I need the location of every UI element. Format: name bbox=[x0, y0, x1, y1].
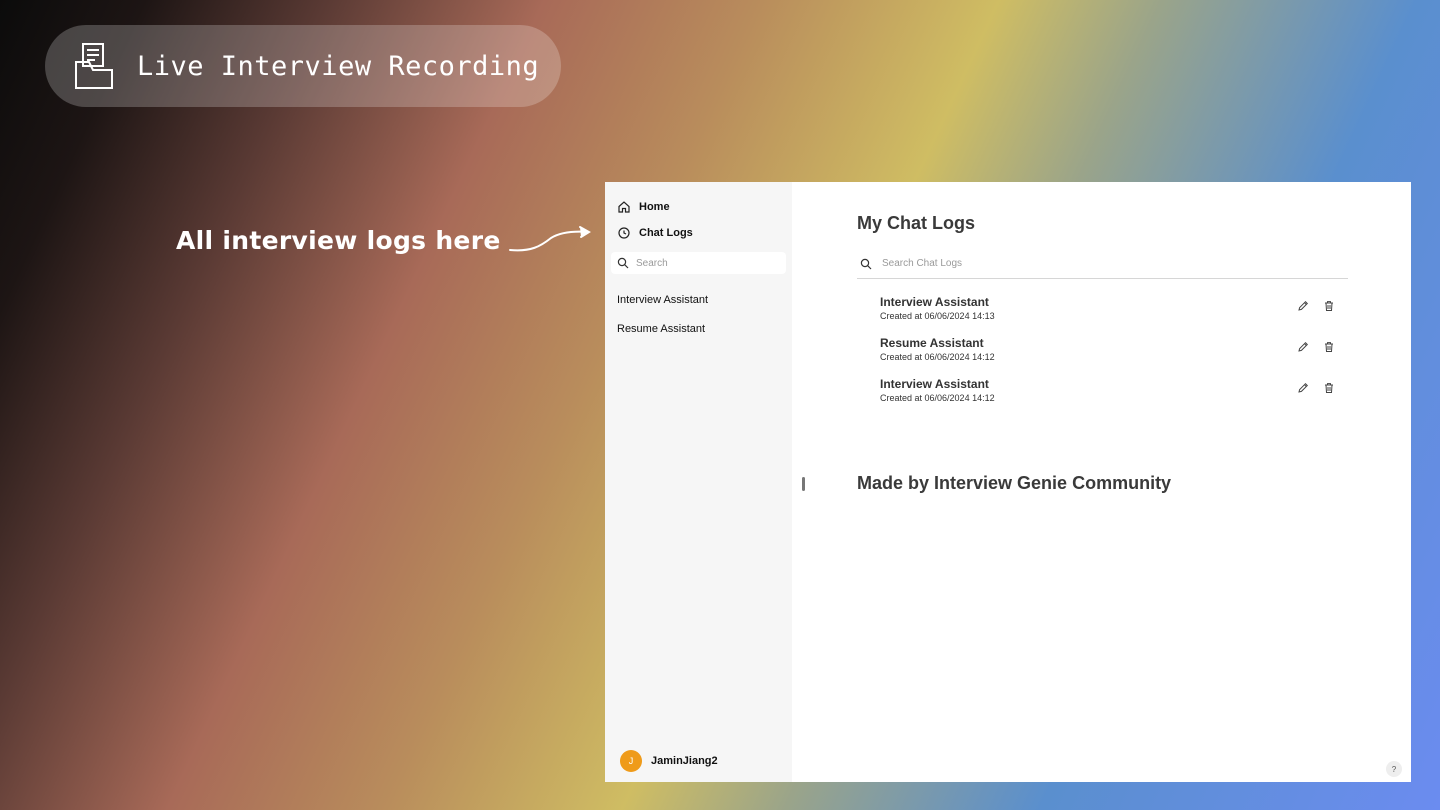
sidebar-chat-list: Interview Assistant Resume Assistant bbox=[605, 294, 792, 352]
log-created-date: Created at 06/06/2024 14:12 bbox=[880, 393, 995, 403]
nav-chat-logs[interactable]: Chat Logs bbox=[605, 220, 792, 246]
trash-icon[interactable] bbox=[1323, 341, 1335, 353]
list-item[interactable]: Resume Assistant Created at 06/06/2024 1… bbox=[880, 336, 1340, 377]
sidebar-collapse-handle[interactable] bbox=[802, 477, 805, 491]
title-banner: Live Interview Recording bbox=[45, 25, 561, 107]
footer-credit: Made by Interview Genie Community bbox=[857, 473, 1172, 493]
nav-home-label: Home bbox=[639, 201, 670, 213]
help-button[interactable]: ? bbox=[1386, 761, 1402, 777]
list-item[interactable]: Interview Assistant Created at 06/06/202… bbox=[880, 377, 1340, 418]
user-profile[interactable]: J JaminJiang2 bbox=[620, 750, 718, 772]
home-icon bbox=[618, 201, 630, 213]
sidebar-search-input[interactable] bbox=[636, 257, 766, 269]
sidebar-item-resume-assistant[interactable]: Resume Assistant bbox=[605, 323, 792, 352]
inbox-document-icon bbox=[75, 43, 113, 89]
app-window: Home Chat Logs Interview Assistant Resum… bbox=[605, 182, 1411, 782]
annotation-text: All interview logs here bbox=[176, 226, 501, 255]
history-icon bbox=[618, 227, 630, 239]
username: JaminJiang2 bbox=[651, 755, 718, 767]
search-icon bbox=[860, 258, 872, 269]
log-title: Resume Assistant bbox=[880, 336, 984, 350]
banner-title: Live Interview Recording bbox=[137, 50, 540, 82]
edit-icon[interactable] bbox=[1297, 382, 1309, 394]
log-created-date: Created at 06/06/2024 14:12 bbox=[880, 352, 995, 362]
avatar: J bbox=[620, 750, 642, 772]
main-content: My Chat Logs Interview Assistant Created… bbox=[792, 182, 1411, 782]
nav-chat-logs-label: Chat Logs bbox=[639, 227, 693, 239]
curved-arrow-icon bbox=[509, 226, 591, 252]
nav-home[interactable]: Home bbox=[605, 194, 792, 220]
chat-log-search-input[interactable] bbox=[882, 258, 1282, 269]
sidebar-item-interview-assistant[interactable]: Interview Assistant bbox=[605, 294, 792, 323]
chat-log-search bbox=[857, 249, 1348, 279]
sidebar: Home Chat Logs Interview Assistant Resum… bbox=[605, 182, 792, 782]
list-item[interactable]: Interview Assistant Created at 06/06/202… bbox=[880, 295, 1340, 336]
log-created-date: Created at 06/06/2024 14:13 bbox=[880, 311, 995, 321]
log-title: Interview Assistant bbox=[880, 295, 989, 309]
log-actions bbox=[1297, 382, 1335, 394]
page-title: My Chat Logs bbox=[857, 213, 976, 233]
edit-icon[interactable] bbox=[1297, 341, 1309, 353]
log-actions bbox=[1297, 341, 1335, 353]
chat-log-list: Interview Assistant Created at 06/06/202… bbox=[880, 295, 1340, 418]
trash-icon[interactable] bbox=[1323, 382, 1335, 394]
sidebar-search bbox=[611, 252, 786, 274]
edit-icon[interactable] bbox=[1297, 300, 1309, 312]
search-icon bbox=[617, 257, 629, 269]
trash-icon[interactable] bbox=[1323, 300, 1335, 312]
log-title: Interview Assistant bbox=[880, 377, 989, 391]
log-actions bbox=[1297, 300, 1335, 312]
